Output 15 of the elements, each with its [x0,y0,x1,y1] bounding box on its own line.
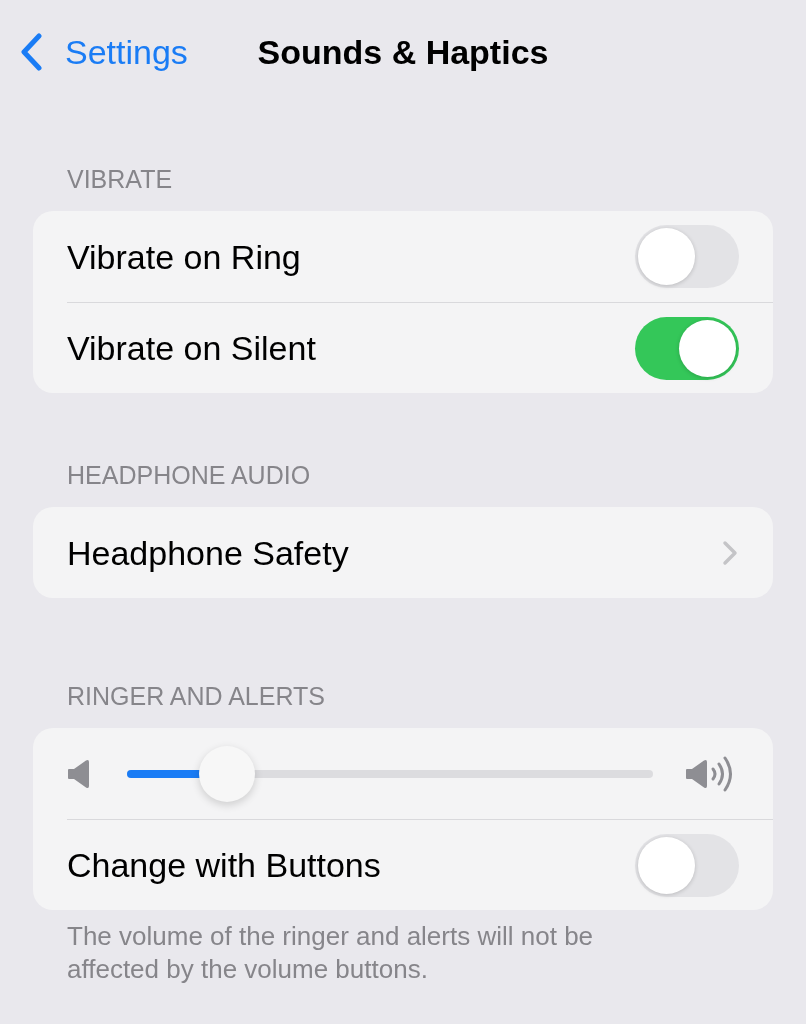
slider-thumb[interactable] [198,745,255,802]
nav-title: Sounds & Haptics [257,32,549,72]
speaker-high-icon [686,755,733,792]
setting-label: Vibrate on Silent [67,328,316,368]
section-header: RINGER AND ALERTS [66,683,326,712]
chevron-left-icon [20,33,42,71]
setting-label: Change with Buttons [67,845,381,885]
section-header: HEADPHONE AUDIO [66,462,312,491]
section-header: VIBRATE [66,166,174,195]
speaker-low-icon [68,758,89,789]
list-item[interactable]: Headphone Safety [67,507,773,598]
section-footer: The volume of the ringer and alerts will not be affected by the volume buttons. [67,920,667,986]
volume-slider[interactable] [127,745,653,802]
setting-label: Vibrate on Ring [67,236,301,277]
chevron-right-icon [722,539,738,566]
